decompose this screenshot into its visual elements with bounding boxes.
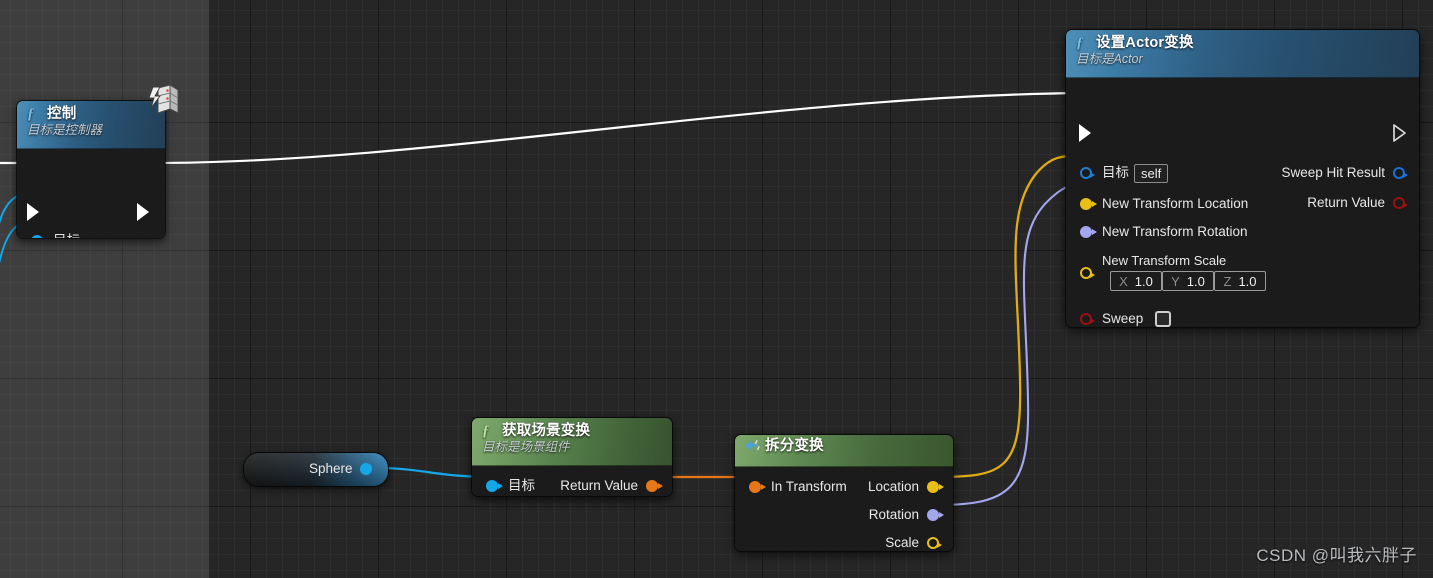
scale-z-axis-label: Z xyxy=(1223,273,1232,289)
pin-sphere-out[interactable] xyxy=(360,463,372,475)
pin-new-transform-location[interactable] xyxy=(1080,198,1097,210)
pin-exec-in-set-actor-transform[interactable] xyxy=(1079,124,1091,142)
pin-exec-in-possess[interactable] xyxy=(27,203,39,221)
node-get-world-transform-title: ƒ 获取场景变换 xyxy=(482,423,591,439)
node-set-actor-transform-header: ƒ 设置Actor变换 目标是Actor xyxy=(1066,30,1419,78)
node-possess-body: 目标 In Pawn xyxy=(17,149,165,238)
pin-label-in-transform: In Transform xyxy=(771,479,847,494)
node-possess-header: ƒ 控制 目标是控制器 xyxy=(17,101,165,149)
scale-x-field[interactable]: X 1.0 xyxy=(1110,271,1162,291)
node-set-actor-transform-body: 目标 self Sweep Hit Result New Transform L… xyxy=(1066,78,1419,327)
node-break-transform-header: 拆分变换 xyxy=(735,435,953,467)
pin-label-return-value: Return Value xyxy=(560,478,638,493)
pin-label-sweep-hit-result: Sweep Hit Result xyxy=(1281,165,1385,180)
pin-label-target: 目标 xyxy=(508,478,535,493)
node-get-world-transform-subtitle: 目标是场景组件 xyxy=(482,440,570,454)
node-break-transform-body: In Transform Location Rotation Scale xyxy=(735,467,953,551)
scale-z-value: 1.0 xyxy=(1238,273,1257,289)
scale-z-field[interactable]: Z 1.0 xyxy=(1214,271,1266,291)
pin-label-new-transform-location: New Transform Location xyxy=(1102,196,1249,211)
node-set-actor-transform-subtitle: 目标是Actor xyxy=(1076,52,1143,66)
node-set-actor-transform[interactable]: ƒ 设置Actor变换 目标是Actor 目标 self Sweep Hit Re… xyxy=(1065,29,1420,328)
pin-return-value-set-actor-transform[interactable] xyxy=(1393,197,1408,209)
break-struct-icon xyxy=(745,439,762,457)
node-set-actor-transform-title: ƒ 设置Actor变换 xyxy=(1076,35,1194,51)
server-replication-icon xyxy=(144,84,182,120)
pin-return-value-get-world-transform[interactable] xyxy=(646,480,663,492)
scale-x-axis-label: X xyxy=(1119,273,1128,289)
pin-target-possess[interactable] xyxy=(31,235,43,238)
pin-in-transform[interactable] xyxy=(749,481,766,493)
node-possess-title: ƒ 控制 xyxy=(27,106,77,122)
node-possess-subtitle: 目标是控制器 xyxy=(27,123,103,137)
node-sphere-label: Sphere xyxy=(309,461,353,476)
node-possess[interactable]: ƒ控制 目标是控制器 目标 In Pawn xyxy=(16,100,166,239)
sweep-checkbox[interactable] xyxy=(1155,311,1171,327)
pin-sweep-hit-result[interactable] xyxy=(1393,167,1408,179)
pin-scale[interactable] xyxy=(927,537,942,549)
blueprint-graph-canvas[interactable]: ƒ控制 目标是控制器 目标 In Pawn xyxy=(0,0,1433,578)
scale-x-value: 1.0 xyxy=(1134,273,1153,289)
node-get-world-transform-header: ƒ 获取场景变换 目标是场景组件 xyxy=(472,418,672,466)
pin-exec-out-possess[interactable] xyxy=(137,203,149,221)
node-sphere-inner: Sphere xyxy=(244,453,388,486)
pin-label-target: 目标 xyxy=(1102,165,1129,180)
pin-rotation[interactable] xyxy=(927,509,944,521)
target-self-value[interactable]: self xyxy=(1134,164,1169,183)
pin-new-transform-scale[interactable] xyxy=(1080,267,1095,279)
function-icon: ƒ xyxy=(482,423,490,439)
watermark: CSDN @叫我六胖子 xyxy=(1256,546,1417,565)
pin-label-scale: Scale xyxy=(885,535,919,550)
pin-label-rotation: Rotation xyxy=(868,507,919,522)
pin-label-new-transform-rotation: New Transform Rotation xyxy=(1102,224,1248,239)
scale-y-value: 1.0 xyxy=(1186,273,1205,289)
node-sphere-getter[interactable]: Sphere xyxy=(243,452,389,487)
pin-label-return-value: Return Value xyxy=(1307,195,1385,210)
pin-label-target: 目标 xyxy=(53,227,80,238)
scale-y-field[interactable]: Y 1.0 xyxy=(1162,271,1214,291)
node-break-transform[interactable]: 拆分变换 In Transform Location Rotation Scal… xyxy=(734,434,954,552)
function-icon: ƒ xyxy=(27,106,35,122)
node-get-world-transform[interactable]: ƒ 获取场景变换 目标是场景组件 目标 Return Value xyxy=(471,417,673,497)
pin-target-get-world-transform[interactable] xyxy=(486,480,503,492)
node-get-world-transform-body: 目标 Return Value xyxy=(472,466,672,496)
node-break-transform-title: 拆分变换 xyxy=(745,438,943,457)
pin-exec-out-set-actor-transform[interactable] xyxy=(1393,124,1406,142)
scale-y-axis-label: Y xyxy=(1171,273,1180,289)
pin-sweep[interactable] xyxy=(1080,313,1095,325)
pin-target-set-actor-transform[interactable] xyxy=(1080,167,1095,179)
function-icon: ƒ xyxy=(1076,35,1084,51)
pin-location[interactable] xyxy=(927,481,944,493)
pin-new-transform-rotation[interactable] xyxy=(1080,226,1097,238)
pin-label-location: Location xyxy=(867,479,919,494)
pin-label-sweep: Sweep xyxy=(1102,311,1144,326)
